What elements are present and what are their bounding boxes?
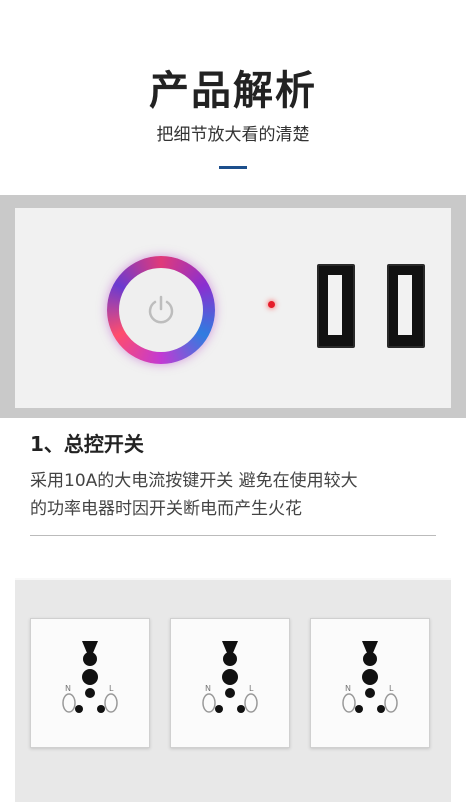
- usb-port-2: [387, 264, 425, 348]
- feature-heading: 1、总控开关: [30, 432, 144, 456]
- feature-description-line-2: 的功率电器时因开关断电而产生火花: [30, 499, 302, 519]
- universal-socket-2: N L: [170, 618, 290, 748]
- socket-outlet-icon: N L: [202, 641, 258, 713]
- socket-outlet-icon: N L: [342, 641, 398, 713]
- neutral-label: N: [205, 684, 211, 693]
- power-button-ring: [107, 256, 215, 364]
- usb-tongue: [398, 275, 412, 335]
- switch-panel-face: [15, 208, 451, 408]
- accent-divider: [219, 166, 247, 169]
- live-label: L: [249, 684, 254, 693]
- usb-tongue: [328, 275, 342, 335]
- indicator-led: [268, 301, 275, 308]
- power-icon: [148, 295, 174, 324]
- usb-port-1: [317, 264, 355, 348]
- page-subtitle: 把细节放大看的清楚: [156, 125, 310, 145]
- live-label: L: [389, 684, 394, 693]
- socket-outlet-icon: N L: [62, 641, 118, 713]
- universal-socket-1: N L: [30, 618, 150, 748]
- neutral-label: N: [65, 684, 71, 693]
- page-title: 产品解析: [149, 68, 317, 114]
- feature-description-line-1: 采用10A的大电流按键开关 避免在使用较大: [30, 471, 358, 491]
- section-divider: [30, 535, 436, 536]
- product-photo-switch-panel: [0, 195, 466, 418]
- power-button-face: [119, 268, 203, 352]
- product-photo-sockets: N L N L N L: [15, 578, 451, 802]
- universal-socket-3: N L: [310, 618, 430, 748]
- neutral-label: N: [345, 684, 351, 693]
- live-label: L: [109, 684, 114, 693]
